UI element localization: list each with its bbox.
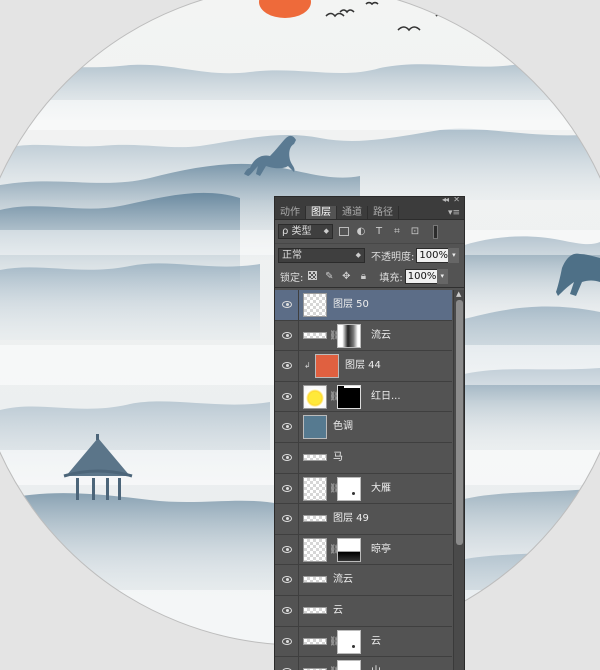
layer-name[interactable]: 马 [333,443,343,473]
layer-row[interactable]: ⛓ 山 [275,657,452,670]
lock-transparency-icon[interactable] [306,270,318,283]
layer-thumbnail [303,606,327,614]
smart-object-filter-icon[interactable]: ⊡ [409,226,421,238]
chevron-down-icon: ◆ [323,227,329,235]
layer-name[interactable]: 晾亭 [371,535,391,565]
chevron-down-icon[interactable]: ▾ [436,269,448,284]
layer-list: 图层 50 ⛓ 流云 ↲ 图层 44 ⛓ 红日... 色调 马 ⛓ 大雁 图层 … [275,290,452,670]
filter-kind-label: ρ 类型 [282,226,312,237]
layer-name[interactable]: 云 [333,596,343,626]
layer-row[interactable]: 流云 [275,565,452,596]
visibility-eye-icon[interactable] [282,392,292,400]
filter-toggle[interactable] [433,224,438,239]
close-icon[interactable]: ✕ [453,197,460,204]
layer-thumbnail [303,637,327,645]
blend-mode-value: 正常 [282,249,302,261]
layer-thumbnail [303,415,327,440]
tab-paths[interactable]: 路径 [368,206,399,219]
layer-thumbnail [303,476,327,501]
layer-thumbnail [303,293,327,317]
lock-all-icon[interactable]: 🔒︎ [357,271,369,282]
layer-thumbnail [303,384,327,409]
visibility-eye-icon[interactable] [282,515,292,523]
layer-thumbnail [303,576,327,584]
visibility-eye-icon[interactable] [282,331,292,339]
tab-layers[interactable]: 图层 [306,206,337,219]
layer-name[interactable]: 图层 44 [345,351,381,381]
visibility-eye-icon[interactable] [282,301,292,308]
collapse-icon[interactable]: ◂◂ [442,197,449,204]
layer-list-scrollbar[interactable]: ▲ [453,290,464,670]
layer-row[interactable]: ⛓ 红日... [275,381,452,413]
lock-row: 锁定: ✎ ✥ 🔒︎ 填充: 100% ▾ [275,266,464,288]
layer-row[interactable]: 马 [275,442,452,474]
visibility-eye-icon[interactable] [282,484,292,492]
visibility-eye-icon[interactable] [282,637,292,645]
layer-row[interactable]: 图层 50 [275,290,452,321]
layer-mask-thumbnail[interactable] [337,476,361,501]
layers-panel: ◂◂ ✕ 动作 图层 通道 路径 ▾≡ ρ 类型 ◆ ◐ T ⌗ ⊡ 正常 ◆ … [274,196,465,670]
layer-name[interactable]: 色调 [333,412,353,442]
panel-title-bar[interactable]: ◂◂ ✕ [275,197,464,206]
layer-row[interactable]: ⛓ 大雁 [275,473,452,505]
visibility-eye-icon[interactable] [282,453,292,461]
layer-mask-thumbnail[interactable] [337,629,361,654]
layer-filter-row: ρ 类型 ◆ ◐ T ⌗ ⊡ [275,220,464,244]
type-filter-icon[interactable]: T [373,226,385,238]
layer-mask-thumbnail[interactable] [337,323,361,348]
visibility-eye-icon[interactable] [282,545,292,553]
layer-name[interactable]: 云 [371,627,381,657]
layer-name[interactable]: 红日... [371,382,401,412]
layer-mask-thumbnail[interactable] [337,384,361,409]
layer-thumbnail [303,331,327,339]
layer-name[interactable]: 大雁 [371,474,391,504]
pixel-filter-icon[interactable] [339,227,349,236]
scroll-up-icon[interactable]: ▲ [456,290,461,298]
layer-name[interactable]: 流云 [371,321,391,351]
chevron-down-icon[interactable]: ▾ [448,247,460,263]
blend-mode-select[interactable]: 正常 ◆ [278,247,365,263]
visibility-eye-icon[interactable] [282,362,292,370]
fill-label: 填充: [379,273,403,284]
adjustment-filter-icon[interactable]: ◐ [355,226,367,238]
layer-row[interactable]: ⛓ 晾亭 [275,534,452,566]
shape-filter-icon[interactable]: ⌗ [391,226,403,238]
panel-tabs: 动作 图层 通道 路径 ▾≡ [275,206,464,220]
layer-name[interactable]: 山 [371,657,381,670]
opacity-label: 不透明度: [371,251,415,263]
lock-position-icon[interactable]: ✥ [340,271,352,282]
filter-kind-select[interactable]: ρ 类型 ◆ [278,224,333,239]
layer-row[interactable]: ⛓ 云 [275,626,452,658]
visibility-eye-icon[interactable] [282,576,292,584]
chevron-down-icon: ◆ [355,250,361,259]
panel-menu-icon[interactable]: ▾≡ [448,206,460,220]
opacity-field[interactable]: 100% ▾ [416,247,460,263]
layer-thumbnail [303,453,327,461]
layer-name[interactable]: 流云 [333,565,353,595]
layer-row[interactable]: ⛓ 流云 [275,320,452,352]
layer-mask-thumbnail[interactable] [337,537,361,562]
layer-name[interactable]: 图层 49 [333,504,369,534]
fill-value: 100% [407,271,437,282]
lock-pixels-icon[interactable]: ✎ [323,271,335,282]
lock-label: 锁定: [280,273,304,284]
fill-field[interactable]: 100% ▾ [404,269,448,284]
visibility-eye-icon[interactable] [282,423,292,431]
layer-name[interactable]: 图层 50 [333,290,369,320]
tab-actions[interactable]: 动作 [275,206,306,219]
scrollbar-thumb[interactable] [456,300,463,545]
layer-thumbnail [315,354,339,379]
visibility-eye-icon[interactable] [282,606,292,614]
layer-row[interactable]: ↲ 图层 44 [275,351,452,382]
layer-row[interactable]: 云 [275,595,452,627]
layer-row[interactable]: 色调 [275,412,452,443]
blend-row: 正常 ◆ 不透明度: 100% ▾ [275,244,464,266]
opacity-value: 100% [419,249,448,261]
layer-mask-thumbnail[interactable] [337,660,361,670]
layer-thumbnail [303,537,327,562]
clipping-arrow-icon: ↲ [304,361,311,371]
layer-thumbnail [303,515,327,523]
layer-row[interactable]: 图层 49 [275,504,452,535]
tab-channels[interactable]: 通道 [337,206,368,219]
